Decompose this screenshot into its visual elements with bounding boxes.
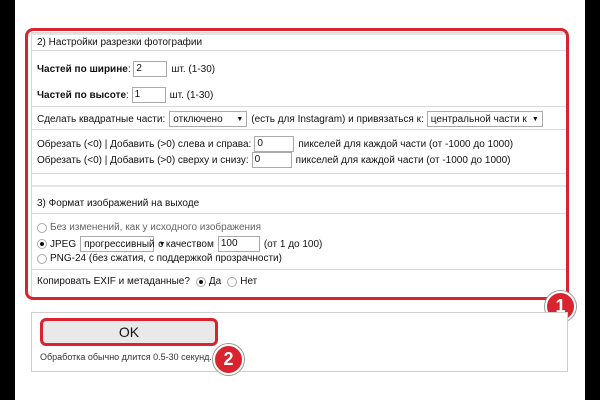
width-row: Частей по ширине: 2 шт. (1-30) — [37, 61, 215, 77]
processing-note: Обработка обычно длится 0.5-30 секунд. — [40, 352, 212, 362]
exif-no-radio[interactable] — [227, 276, 238, 287]
crop-lr-row: Обрезать (<0) | Добавить (>0) слева и сп… — [37, 136, 513, 152]
width-label: Частей по ширине — [37, 63, 128, 75]
divider — [32, 269, 566, 270]
divider — [32, 33, 566, 35]
section3-title: 3) Формат изображений на выходе — [37, 198, 200, 209]
dropdown-arrow-icon: ▼ — [531, 115, 539, 123]
width-hint: шт. (1-30) — [171, 63, 216, 75]
quality-hint: (от 1 до 100) — [263, 238, 323, 250]
height-row: Частей по высоте: 1 шт. (1-30) — [37, 87, 213, 103]
nochange-label: Без изменений, как у исходного изображен… — [50, 222, 262, 233]
opt-nochange-row[interactable]: Без изменений, как у исходного изображен… — [37, 222, 261, 233]
dropdown-arrow-icon: ▼ — [236, 115, 244, 123]
png-label: PNG-24 (без сжатия, с поддержкой прозрач… — [50, 253, 282, 264]
exif-yes-label: Да — [208, 276, 222, 287]
width-input[interactable]: 2 — [133, 61, 168, 77]
divider — [32, 106, 566, 107]
section2-title: 2) Настройки разрезки фотографии — [37, 37, 203, 48]
exif-label: Копировать EXIF и метаданные? — [37, 276, 190, 287]
exif-yes-radio[interactable] — [195, 276, 206, 287]
divider — [32, 173, 566, 174]
quality-label: с качеством — [158, 238, 214, 250]
crop-tb-row: Обрезать (<0) | Добавить (>0) сверху и с… — [37, 152, 510, 168]
jpeg-radio[interactable] — [37, 239, 47, 249]
height-hint: шт. (1-30) — [169, 89, 214, 101]
step-badge-2: 2 — [213, 344, 244, 375]
nochange-radio[interactable] — [37, 222, 47, 233]
divider — [32, 129, 566, 130]
height-label: Частей по высоте — [37, 89, 127, 101]
exif-no-label: Нет — [240, 276, 258, 287]
crop-lr-input[interactable]: 0 — [254, 136, 295, 152]
divider — [32, 213, 566, 214]
anchor-select[interactable]: центральной части к ▼ — [426, 111, 543, 127]
ok-button[interactable]: OK — [40, 318, 218, 346]
square-row: Сделать квадратные части: отключено ▼ (ес… — [37, 111, 543, 127]
divider — [32, 50, 566, 51]
jpeg-label: JPEG — [50, 238, 77, 250]
crop-tb-hint: пикселей для каждой части (от -1000 до 1… — [295, 154, 511, 166]
crop-lr-label: Обрезать (<0) | Добавить (>0) слева и сп… — [37, 138, 252, 150]
square-mid-text: (есть для Instagram) и привязаться к: — [251, 113, 424, 125]
exif-row: Копировать EXIF и метаданные? Да Нет — [37, 276, 257, 287]
crop-tb-input[interactable]: 0 — [251, 152, 292, 168]
opt-jpeg-row: JPEG прогрессивный ▼ с качеством 100 (от … — [37, 236, 322, 252]
png-radio[interactable] — [37, 253, 47, 264]
height-input[interactable]: 1 — [131, 87, 166, 103]
jpeg-mode-select[interactable]: прогрессивный ▼ — [80, 236, 166, 252]
divider — [32, 185, 566, 187]
opt-png-row[interactable]: PNG-24 (без сжатия, с поддержкой прозрач… — [37, 253, 282, 264]
crop-lr-hint: пикселей для каждой части (от -1000 до 1… — [298, 138, 514, 150]
quality-input[interactable]: 100 — [217, 236, 260, 252]
crop-tb-label: Обрезать (<0) | Добавить (>0) сверху и с… — [37, 154, 249, 166]
settings-panel: 2) Настройки разрезки фотографии Частей … — [31, 32, 567, 300]
square-select[interactable]: отключено ▼ — [169, 111, 248, 127]
square-label: Сделать квадратные части: — [37, 113, 166, 125]
